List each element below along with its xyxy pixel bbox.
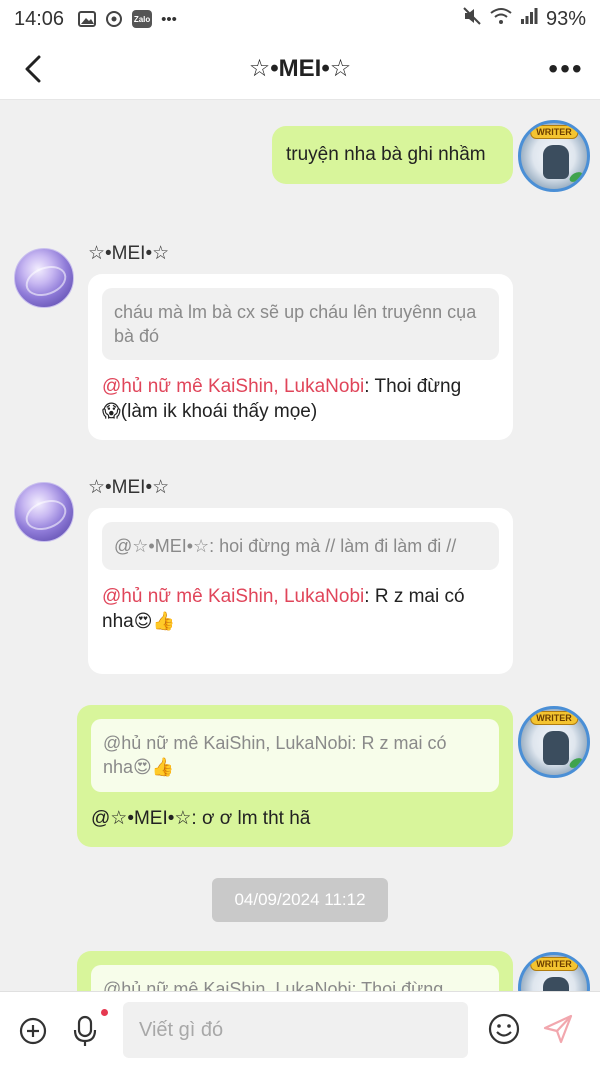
writer-badge: WRITER	[530, 711, 578, 725]
quoted-message[interactable]: @hủ nữ mê KaiShin, LukaNobi: R z mai có …	[91, 719, 499, 792]
mention-link[interactable]: @hủ nữ mê KaiShin, LukaNobi	[102, 586, 364, 607]
more-icon: •••	[548, 53, 584, 84]
quoted-message[interactable]: @hủ nữ mê KaiShin, LukaNobi: Thoi đừng	[91, 965, 499, 991]
quoted-message[interactable]: cháu mà lm bà cx sẽ up cháu lên truyênn …	[102, 288, 499, 360]
their-message-bubble[interactable]: cháu mà lm bà cx sẽ up cháu lên truyênn …	[88, 274, 513, 440]
message-text: truyện nha bà ghi nhầm	[286, 144, 486, 165]
chat-title: ☆•MEI•☆	[248, 55, 352, 82]
microphone-icon	[73, 1015, 97, 1046]
gallery-icon	[78, 11, 97, 27]
chat-header: ☆•MEI•☆ •••	[0, 38, 600, 100]
battery-text: 93%	[545, 7, 586, 30]
message-input-bar	[0, 991, 600, 1067]
sender-name: ☆•MEI•☆	[88, 477, 170, 498]
zalo-icon: Zalo	[132, 10, 153, 28]
signal-icon	[520, 7, 538, 31]
date-separator: 04/09/2024 11:12	[212, 878, 388, 922]
more-dots-icon: •••	[161, 10, 177, 28]
back-button[interactable]	[16, 52, 50, 86]
plus-circle-icon	[19, 1017, 47, 1045]
emoji-picker-button[interactable]	[487, 1012, 521, 1046]
status-time: 14:06	[14, 7, 65, 30]
quoted-message[interactable]: @☆•MEI•☆: hoi đừng mà // làm đi làm đi /…	[102, 522, 499, 570]
voice-message-button[interactable]	[68, 1014, 102, 1048]
my-message-bubble[interactable]: @hủ nữ mê KaiShin, LukaNobi: R z mai có …	[77, 705, 513, 847]
my-avatar[interactable]: WRITER	[518, 952, 590, 991]
reply-text: @☆•MEI•☆: ơ ơ lm tht hã	[91, 808, 311, 829]
sender-avatar[interactable]	[14, 248, 74, 308]
more-options-button[interactable]: •••	[548, 53, 584, 84]
wifi-icon	[490, 7, 512, 31]
my-avatar[interactable]: WRITER	[518, 706, 590, 778]
add-attachment-button[interactable]	[18, 1016, 48, 1046]
message-list[interactable]: truyện nha bà ghi nhầm WRITER ☆•MEI•☆ ch…	[0, 100, 600, 991]
reply-text: @hủ nữ mê KaiShin, LukaNobi: Thoi đừng 😱…	[102, 376, 462, 422]
status-bar: 14:06 Zalo ••• 93%	[0, 0, 600, 38]
my-message-bubble[interactable]: @hủ nữ mê KaiShin, LukaNobi: Thoi đừng	[77, 951, 513, 991]
emoji-heart-eyes-thumbs: 😍👍	[133, 757, 175, 778]
sender-avatar[interactable]	[14, 482, 74, 542]
sender-name: ☆•MEI•☆	[88, 243, 170, 264]
writer-badge: WRITER	[530, 125, 578, 139]
send-icon	[543, 1014, 573, 1044]
writer-badge: WRITER	[530, 957, 578, 971]
notification-dot	[101, 1009, 108, 1016]
reply-text: @hủ nữ mê KaiShin, LukaNobi: R z mai có …	[102, 586, 465, 632]
smiley-icon	[488, 1013, 520, 1045]
send-button[interactable]	[541, 1012, 575, 1046]
emoji-heart-eyes-thumbs: 😍👍	[133, 611, 175, 632]
my-message-bubble[interactable]: truyện nha bà ghi nhầm	[272, 126, 513, 184]
sync-icon	[105, 10, 123, 28]
mention-link[interactable]: @hủ nữ mê KaiShin, LukaNobi	[102, 376, 364, 397]
my-avatar[interactable]: WRITER	[518, 120, 590, 192]
emoji-scream: 😱	[102, 401, 121, 422]
message-input[interactable]	[123, 1002, 468, 1058]
mute-icon	[462, 6, 482, 32]
chevron-left-icon	[25, 55, 41, 83]
their-message-bubble[interactable]: @☆•MEI•☆: hoi đừng mà // làm đi làm đi /…	[88, 508, 513, 674]
